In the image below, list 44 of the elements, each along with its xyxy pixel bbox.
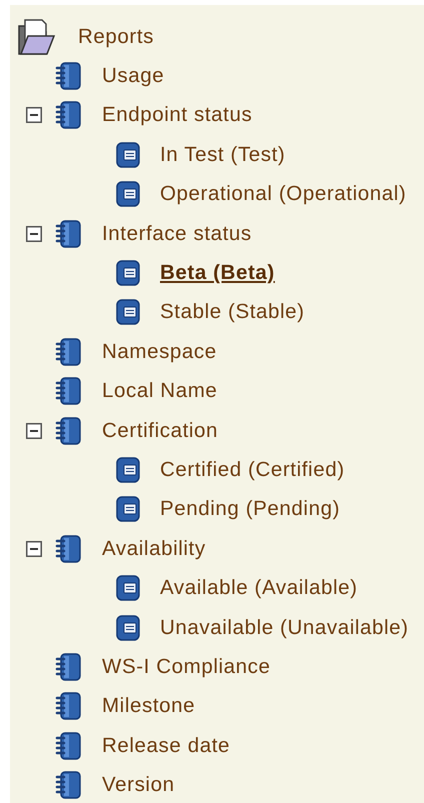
collapse-icon[interactable] — [26, 422, 42, 439]
tree-item[interactable]: Unavailable (Unavailable) — [160, 616, 409, 640]
notebook-icon — [55, 732, 81, 760]
tree-item[interactable]: Availability — [102, 536, 206, 561]
tree-item[interactable]: Usage — [102, 64, 164, 88]
document-icon — [116, 299, 140, 326]
tree-item[interactable]: Certified (Certified) — [160, 458, 345, 482]
document-icon — [116, 614, 140, 641]
tree-item[interactable]: Certification — [102, 418, 218, 443]
collapse-icon[interactable] — [26, 107, 42, 124]
tree-item[interactable]: Beta (Beta) — [160, 261, 275, 286]
tree-item[interactable]: Milestone — [102, 694, 196, 718]
document-icon — [116, 181, 140, 208]
notebook-icon — [55, 62, 81, 90]
folder-icon — [16, 18, 56, 56]
notebook-icon — [55, 220, 81, 248]
document-icon — [116, 496, 140, 522]
notebook-icon — [55, 692, 81, 720]
tree-item[interactable]: Stable (Stable) — [160, 300, 305, 324]
collapse-icon[interactable] — [26, 226, 42, 242]
tree-item[interactable]: Pending (Pending) — [160, 497, 340, 522]
document-icon — [116, 575, 140, 602]
tree-item[interactable]: Available (Available) — [160, 576, 358, 600]
tree-item[interactable]: Release date — [102, 734, 230, 758]
collapse-icon[interactable] — [26, 540, 42, 557]
notebook-icon — [55, 771, 81, 800]
document-icon — [116, 456, 140, 483]
tree-item[interactable]: Endpoint status — [102, 103, 252, 128]
tree-item[interactable]: Namespace — [102, 340, 217, 364]
tree-item[interactable]: Operational (Operational) — [160, 182, 406, 206]
tree-item[interactable]: In Test (Test) — [160, 142, 286, 167]
tree-item[interactable]: Version — [102, 773, 175, 798]
notebook-icon — [55, 377, 81, 406]
tree-item[interactable]: Local Name — [102, 379, 218, 404]
tree-item[interactable]: WS-I Compliance — [102, 654, 270, 679]
tree-item[interactable]: Reports — [78, 24, 154, 49]
tree-item[interactable]: Interface status — [102, 222, 252, 246]
notebook-icon — [55, 101, 81, 130]
notebook-icon — [55, 534, 81, 563]
notebook-icon — [55, 416, 81, 445]
document-icon — [116, 260, 140, 286]
notebook-icon — [55, 338, 81, 366]
notebook-icon — [55, 652, 81, 681]
document-icon — [116, 142, 140, 168]
